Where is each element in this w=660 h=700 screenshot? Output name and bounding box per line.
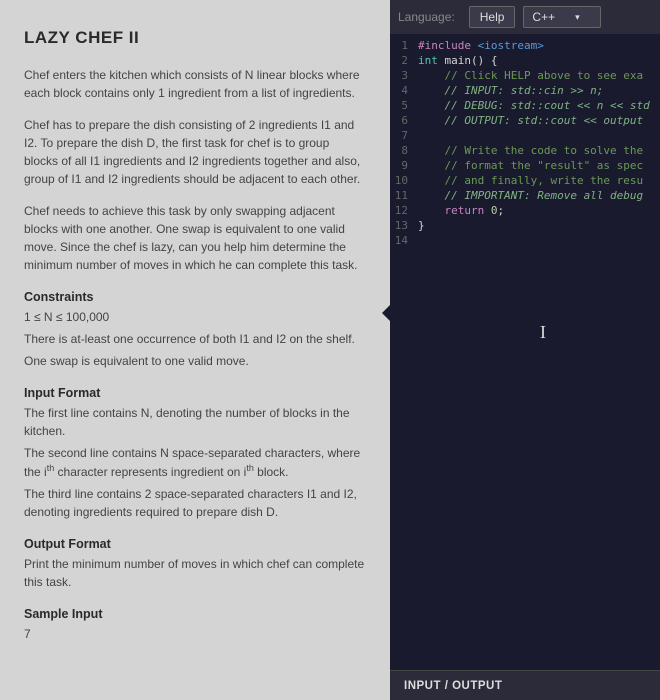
problem-para: Chef enters the kitchen which consists o… bbox=[24, 66, 366, 102]
io-label: INPUT / OUTPUT bbox=[404, 680, 502, 692]
constraints-heading: Constraints bbox=[24, 290, 366, 304]
sample-input-heading: Sample Input bbox=[24, 607, 366, 621]
language-value: C++ bbox=[532, 10, 555, 24]
line-gutter: 1234567891011121314 bbox=[390, 34, 414, 670]
problem-para: Chef has to prepare the dish consisting … bbox=[24, 116, 366, 188]
problem-title: LAZY CHEF II bbox=[24, 28, 366, 48]
language-select[interactable]: C++ ▾ bbox=[523, 6, 600, 28]
input-format-heading: Input Format bbox=[24, 386, 366, 400]
problem-para: Chef needs to achieve this task by only … bbox=[24, 202, 366, 274]
constraint-line: There is at-least one occurrence of both… bbox=[24, 330, 366, 348]
editor-topbar: Language: Help C++ ▾ bbox=[390, 0, 660, 34]
help-button[interactable]: Help bbox=[469, 6, 516, 28]
problem-panel: LAZY CHEF II Chef enters the kitchen whi… bbox=[0, 0, 390, 700]
output-format-heading: Output Format bbox=[24, 537, 366, 551]
language-label: Language: bbox=[398, 10, 455, 24]
io-panel-header[interactable]: INPUT / OUTPUT bbox=[390, 670, 660, 700]
editor-panel: Language: Help C++ ▾ 1234567891011121314… bbox=[390, 0, 660, 700]
constraint-line: 1 ≤ N ≤ 100,000 bbox=[24, 308, 366, 326]
output-format-line: Print the minimum number of moves in whi… bbox=[24, 555, 366, 591]
chevron-down-icon: ▾ bbox=[575, 12, 580, 23]
sample-input-value: 7 bbox=[24, 625, 366, 643]
input-format-line: The second line contains N space-separat… bbox=[24, 444, 366, 481]
code-content[interactable]: #include <iostream>int main() { // Click… bbox=[414, 34, 650, 670]
code-editor[interactable]: 1234567891011121314 #include <iostream>i… bbox=[390, 34, 660, 670]
constraint-line: One swap is equivalent to one valid move… bbox=[24, 352, 366, 370]
input-format-line: The third line contains 2 space-separate… bbox=[24, 485, 366, 521]
collapse-indicator bbox=[382, 305, 390, 321]
input-format-line: The first line contains N, denoting the … bbox=[24, 404, 366, 440]
